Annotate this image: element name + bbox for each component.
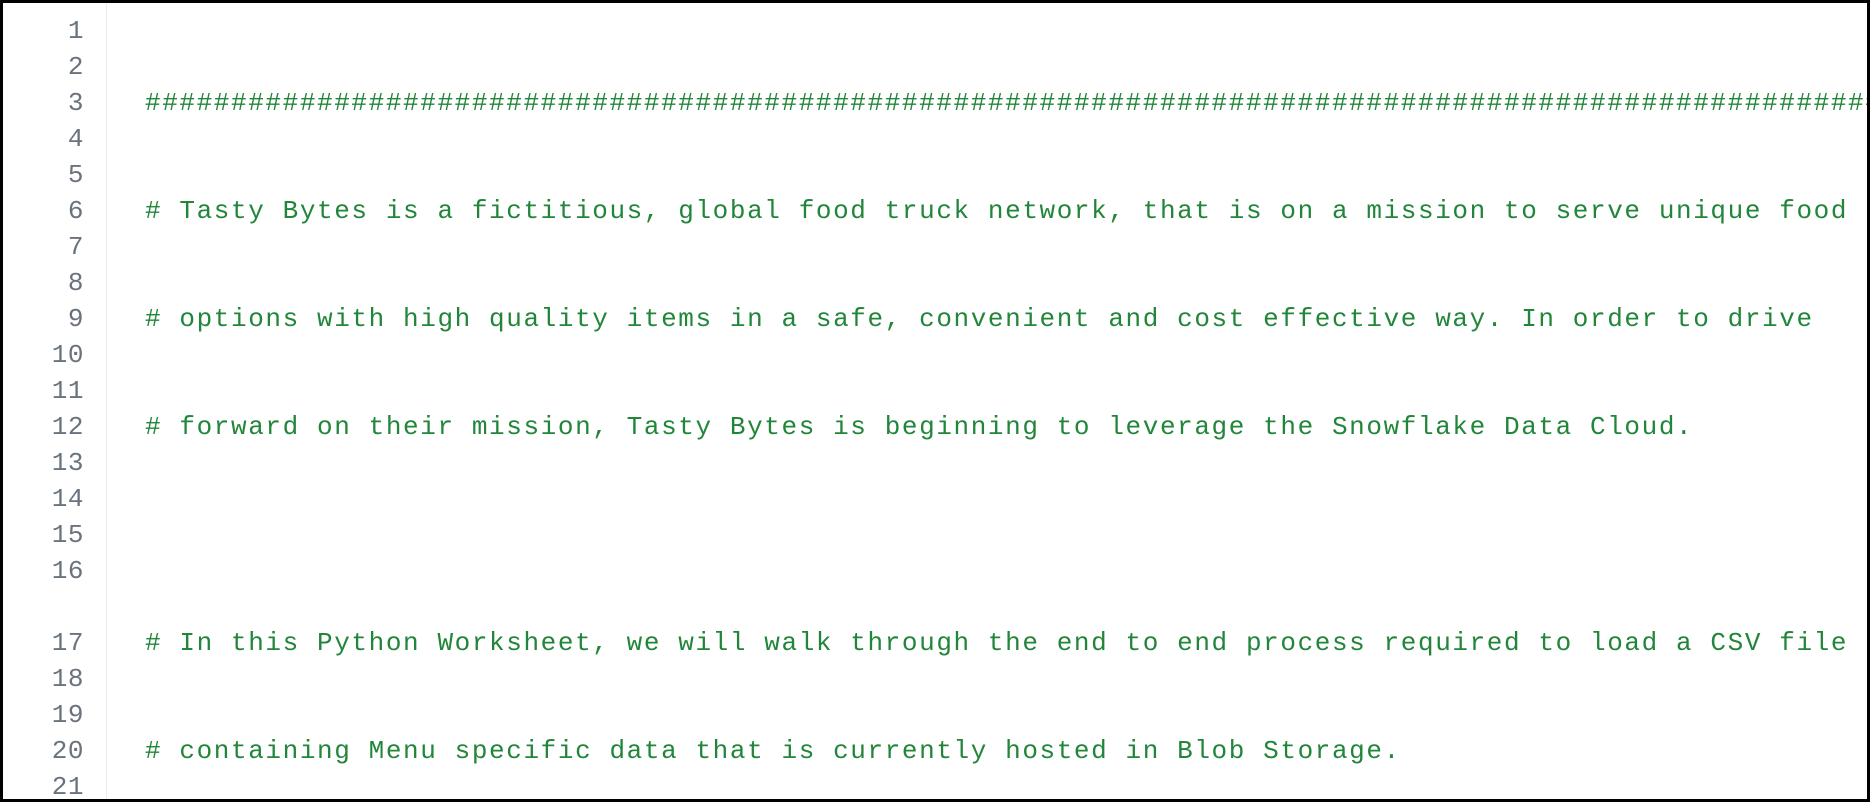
line-number: 17: [3, 625, 106, 661]
line-number: 1: [3, 13, 106, 49]
line-number: 6: [3, 193, 106, 229]
line-number: 19: [3, 697, 106, 733]
comment-text: # In this Python Worksheet, we will walk…: [145, 628, 1848, 658]
comment-text: # containing Menu specific data that is …: [145, 736, 1401, 766]
line-number: 14: [3, 481, 106, 517]
line-number: 7: [3, 229, 106, 265]
code-line[interactable]: [145, 517, 1867, 553]
line-number: 3: [3, 85, 106, 121]
line-number: 5: [3, 157, 106, 193]
code-line[interactable]: # options with high quality items in a s…: [145, 301, 1867, 337]
line-number: 10: [3, 337, 106, 373]
comment-text: # forward on their mission, Tasty Bytes …: [145, 412, 1693, 442]
line-number: 16: [3, 553, 106, 625]
line-number: 18: [3, 661, 106, 697]
line-number: 2: [3, 49, 106, 85]
code-line[interactable]: ########################################…: [145, 85, 1867, 121]
editor-frame: 123456789101112131415161718192021 ######…: [0, 0, 1870, 802]
comment-text: # options with high quality items in a s…: [145, 304, 1814, 334]
line-number: 13: [3, 445, 106, 481]
code-line[interactable]: # forward on their mission, Tasty Bytes …: [145, 409, 1867, 445]
line-number: 4: [3, 121, 106, 157]
code-line[interactable]: # Tasty Bytes is a fictitious, global fo…: [145, 193, 1867, 229]
line-number: 12: [3, 409, 106, 445]
line-number: 8: [3, 265, 106, 301]
comment-text: ########################################…: [145, 88, 1867, 118]
code-line[interactable]: # In this Python Worksheet, we will walk…: [145, 625, 1867, 661]
code-editor[interactable]: 123456789101112131415161718192021 ######…: [3, 3, 1867, 799]
line-number-gutter: 123456789101112131415161718192021: [3, 3, 107, 799]
code-line[interactable]: # containing Menu specific data that is …: [145, 733, 1867, 769]
code-area[interactable]: ########################################…: [107, 3, 1867, 799]
line-number: 15: [3, 517, 106, 553]
line-number: 11: [3, 373, 106, 409]
line-number: 9: [3, 301, 106, 337]
comment-text: # Tasty Bytes is a fictitious, global fo…: [145, 196, 1848, 226]
line-number: 21: [3, 769, 106, 802]
line-number: 20: [3, 733, 106, 769]
